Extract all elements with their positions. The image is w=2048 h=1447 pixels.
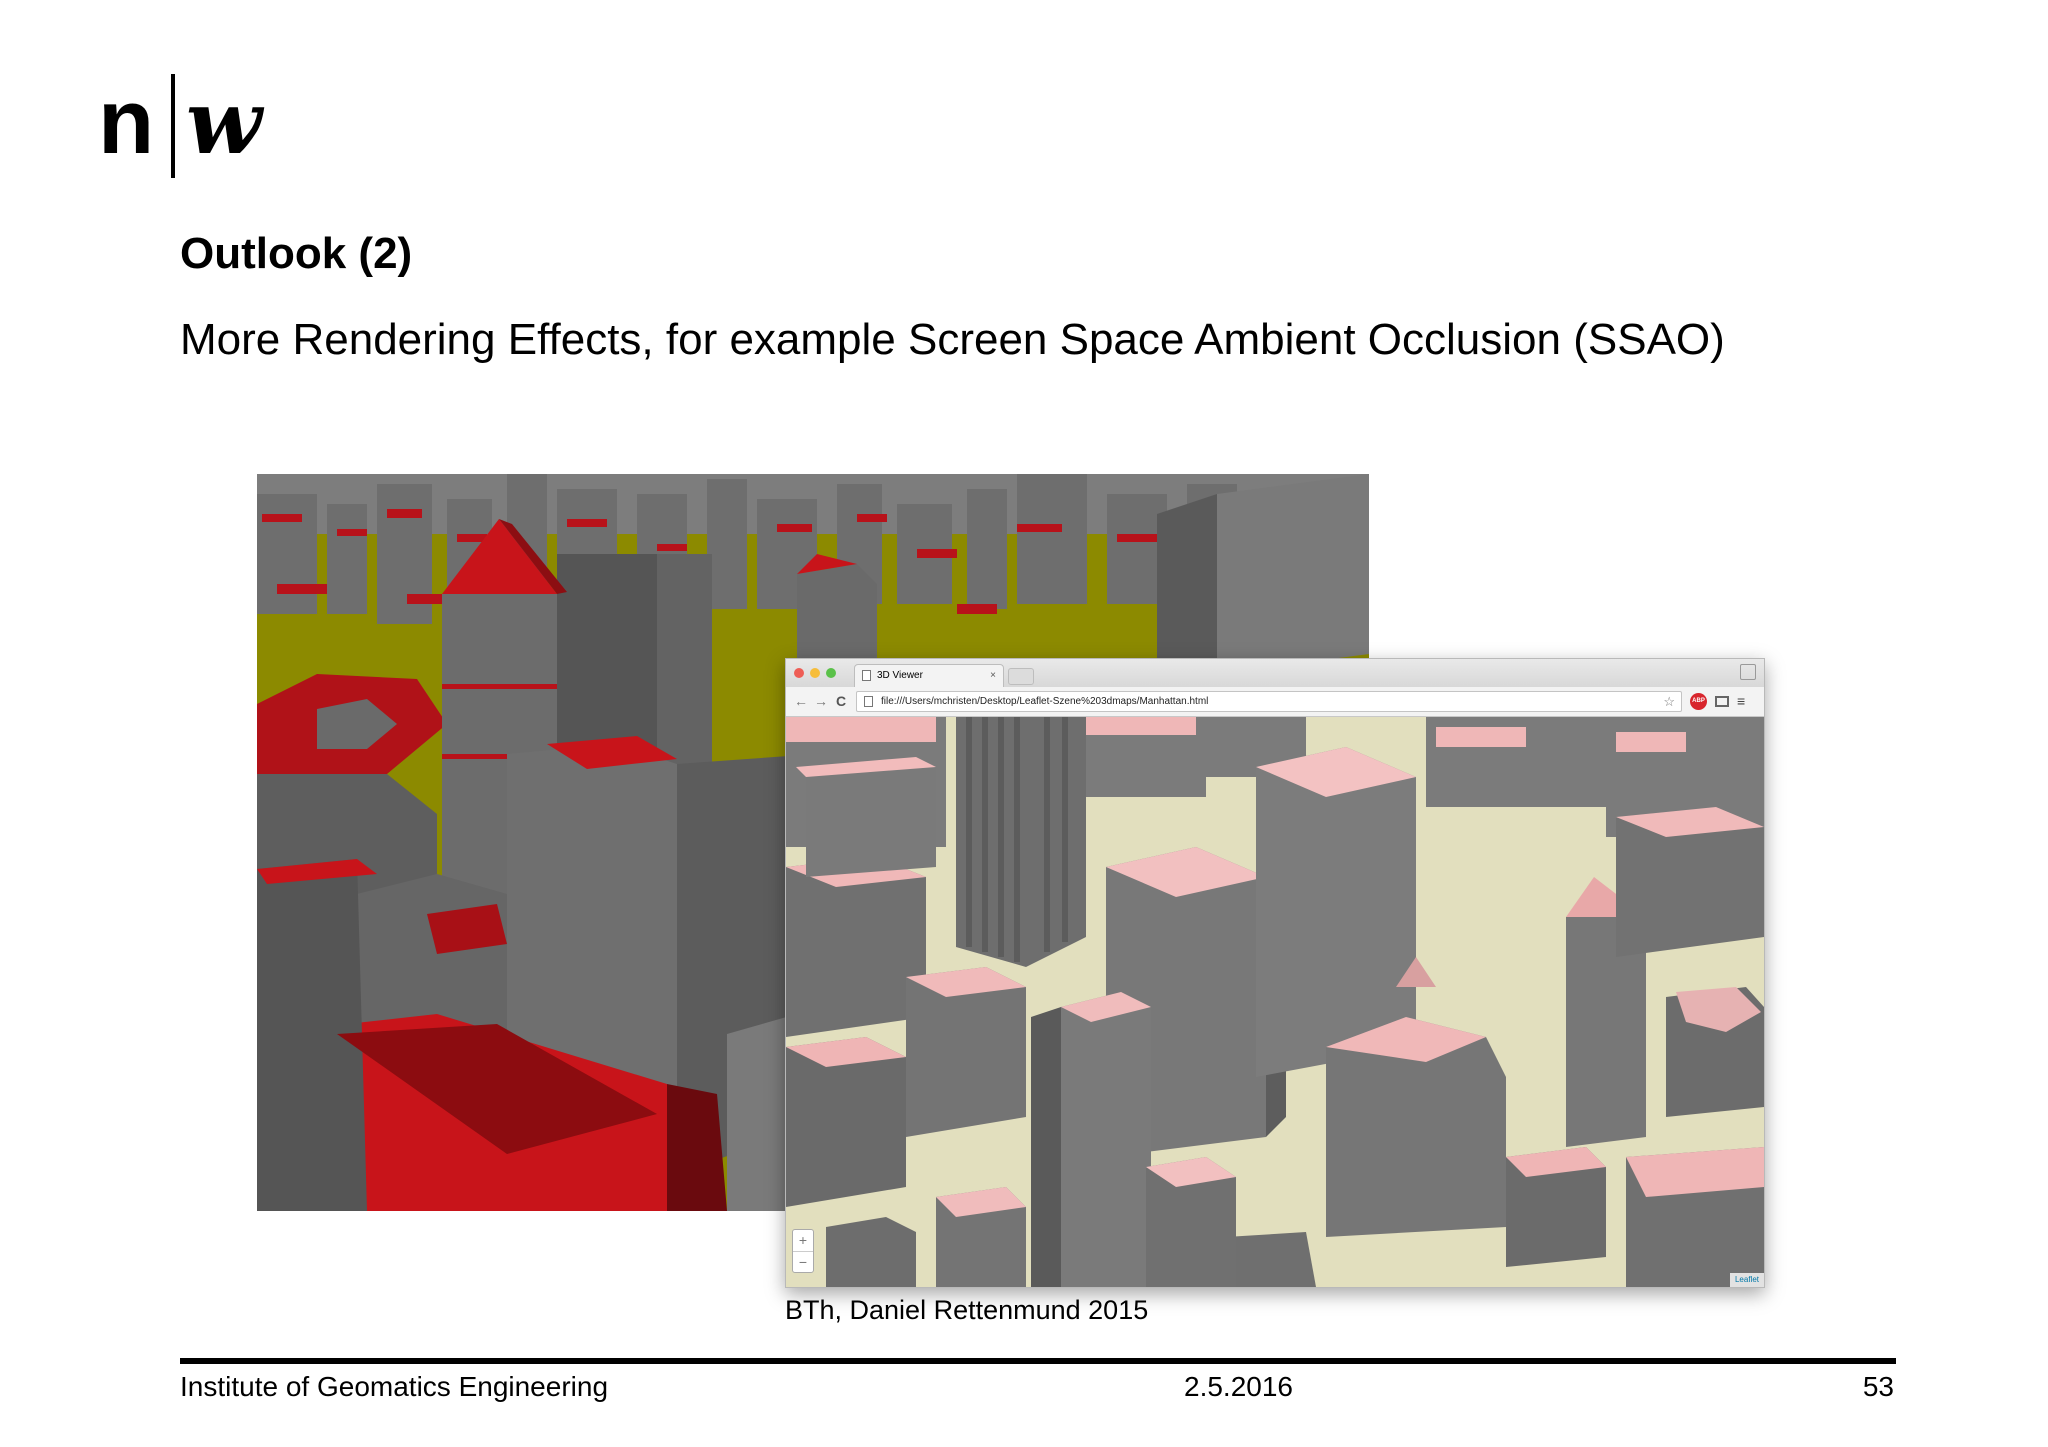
minimize-window-dot[interactable] xyxy=(810,668,820,678)
adblock-icon[interactable]: ABP xyxy=(1690,693,1707,710)
cast-icon[interactable] xyxy=(1715,696,1729,707)
slide-subtitle: More Rendering Effects, for example Scre… xyxy=(180,315,1725,364)
address-bar[interactable]: file:///Users/mchristen/Desktop/Leaflet-… xyxy=(856,691,1682,712)
close-window-dot[interactable] xyxy=(794,668,804,678)
footer-rule xyxy=(180,1358,1896,1364)
file-icon xyxy=(864,696,873,707)
logo-divider xyxy=(171,74,175,178)
back-icon[interactable]: ← xyxy=(794,692,808,710)
zoom-out-button[interactable]: − xyxy=(793,1251,813,1272)
footer-date: 2.5.2016 xyxy=(1184,1371,1293,1402)
browser-toolbar: ← → C file:///Users/mchristen/Desktop/Le… xyxy=(786,687,1764,717)
slide-title: Outlook (2) xyxy=(180,229,413,278)
logo-n: n xyxy=(98,71,154,173)
forward-icon[interactable]: → xyxy=(814,692,828,710)
tab-title: 3D Viewer xyxy=(877,670,923,681)
ssao-map-view[interactable]: + − Leaflet xyxy=(786,717,1764,1287)
browser-window: 3D Viewer × ← → C file:///Users/mchriste… xyxy=(785,658,1765,1288)
address-url: file:///Users/mchristen/Desktop/Leaflet-… xyxy=(881,696,1209,707)
maximize-window-dot[interactable] xyxy=(826,668,836,678)
leaflet-attribution[interactable]: Leaflet xyxy=(1729,1273,1764,1287)
page-number: 53 xyxy=(1862,1371,1894,1402)
footer-institute: Institute of Geomatics Engineering xyxy=(180,1371,609,1402)
image-caption: BTh, Daniel Rettenmund 2015 xyxy=(785,1295,1149,1325)
nw-logo: n w xyxy=(98,74,288,178)
zoom-control: + − xyxy=(792,1229,814,1273)
browser-tabstrip: 3D Viewer × xyxy=(786,659,1764,687)
reload-icon[interactable]: C xyxy=(836,692,846,710)
new-tab-button[interactable] xyxy=(1008,668,1034,685)
bookmark-star-icon[interactable]: ☆ xyxy=(1663,692,1675,711)
page-icon xyxy=(862,670,871,681)
zoom-in-button[interactable]: + xyxy=(793,1230,813,1251)
tab-close-icon[interactable]: × xyxy=(990,665,996,686)
logo-w: w xyxy=(186,70,262,174)
browser-tab[interactable]: 3D Viewer × xyxy=(854,664,1004,687)
menu-icon[interactable]: ≡ xyxy=(1737,692,1745,710)
profile-icon[interactable] xyxy=(1740,664,1756,680)
